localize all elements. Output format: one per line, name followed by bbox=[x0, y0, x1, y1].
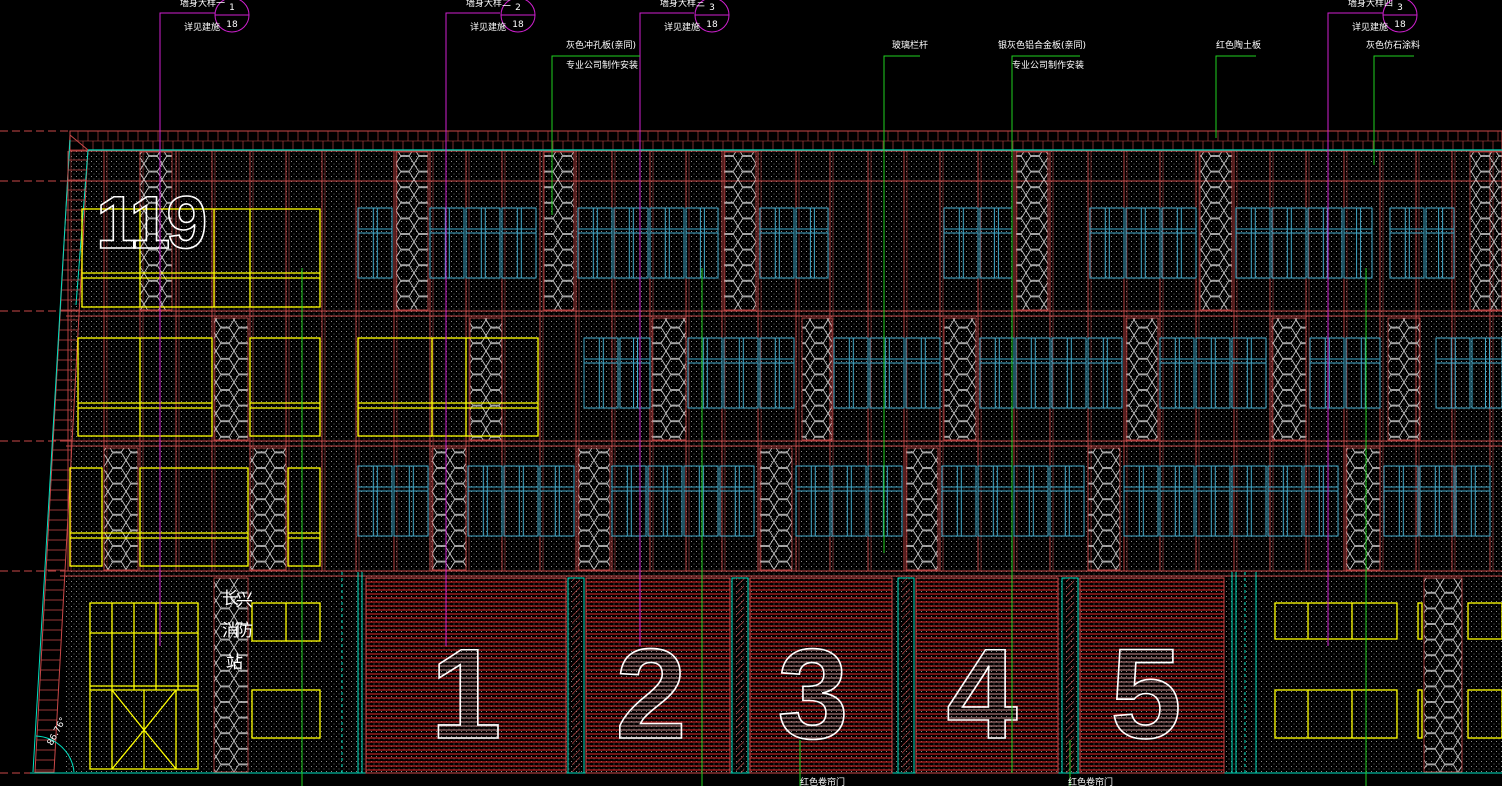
callout-2[interactable]: 墙身大样二详见建施 2 18 bbox=[466, 0, 536, 33]
station-name-char: 站 bbox=[226, 653, 243, 673]
material-note-line1: 银灰色铝合金板(亲同) bbox=[998, 39, 1086, 51]
callout-ref: 详见建施 bbox=[1352, 21, 1388, 33]
material-note-1: 灰色冲孔板(亲同) 专业公司制作安装 bbox=[566, 39, 638, 71]
bottom-notes: 红色卷帘门 红色卷帘门 bbox=[800, 776, 1113, 786]
callout-title: 墙身大样四 bbox=[1348, 0, 1393, 9]
callout-ref: 详见建施 bbox=[664, 21, 700, 33]
callout-sheet-number: 18 bbox=[512, 20, 524, 30]
bay-number-3: 3 bbox=[777, 623, 848, 766]
parapet bbox=[69, 130, 1502, 152]
material-note-line2: 专业公司制作安装 bbox=[1012, 59, 1084, 71]
material-note-2: 玻璃栏杆 bbox=[892, 39, 928, 51]
material-note-3: 银灰色铝合金板(亲同) 专业公司制作安装 bbox=[998, 39, 1086, 71]
callout-ref: 详见建施 bbox=[184, 21, 220, 33]
bay-number-1: 1 bbox=[430, 623, 501, 766]
callout-4[interactable]: 墙身大样四详见建施 3 18 bbox=[1348, 0, 1418, 33]
callout-detail-number: 3 bbox=[1397, 3, 1403, 13]
bottom-note-1: 红色卷帘门 bbox=[800, 776, 845, 786]
station-name-char: 防 bbox=[236, 621, 253, 641]
bottom-note-2: 红色卷帘门 bbox=[1068, 776, 1113, 786]
material-notes: 灰色冲孔板(亲同) 专业公司制作安装 玻璃栏杆 银灰色铝合金板(亲同) 专业公司制作安装… bbox=[566, 39, 1420, 71]
material-note-4: 红色陶土板 bbox=[1216, 39, 1261, 51]
callout-ref: 详见建施 bbox=[470, 21, 506, 33]
bay-number-5: 5 bbox=[1110, 623, 1181, 766]
callout-3[interactable]: 墙身大样三详见建施 3 18 bbox=[660, 0, 730, 33]
station-name-char: 兴 bbox=[236, 591, 253, 611]
detail-callouts[interactable]: 墙身大样一详见建施118墙身大样二详见建施218墙身大样三详见建施318墙身大样… bbox=[180, 0, 1418, 33]
elevation-drawing: 119 长兴消防站 12345 墙身大样一详见建施118墙身大样二详见建施218… bbox=[0, 0, 1502, 786]
callout-1[interactable]: 墙身大样一详见建施 1 18 bbox=[180, 0, 250, 33]
callout-title: 墙身大样一 bbox=[180, 0, 225, 9]
callout-title: 墙身大样二 bbox=[466, 0, 511, 9]
callout-detail-number: 1 bbox=[229, 3, 235, 13]
material-note-line2: 专业公司制作安装 bbox=[566, 59, 638, 71]
bay-number-4: 4 bbox=[946, 623, 1017, 766]
callout-sheet-number: 18 bbox=[226, 20, 238, 30]
material-note-line1: 灰色冲孔板(亲同) bbox=[566, 39, 636, 51]
material-note-5: 灰色仿石涂料 bbox=[1366, 39, 1420, 51]
material-note-line1: 红色陶土板 bbox=[1216, 39, 1261, 51]
material-note-line1: 灰色仿石涂料 bbox=[1366, 39, 1420, 51]
callout-title: 墙身大样三 bbox=[660, 0, 705, 9]
station-number: 119 bbox=[96, 181, 205, 264]
callout-sheet-number: 18 bbox=[706, 20, 718, 30]
material-note-line1: 玻璃栏杆 bbox=[892, 39, 928, 51]
callout-detail-number: 3 bbox=[709, 3, 715, 13]
bay-number-2: 2 bbox=[615, 623, 686, 766]
callout-sheet-number: 18 bbox=[1394, 20, 1406, 30]
callout-detail-number: 2 bbox=[515, 3, 521, 13]
